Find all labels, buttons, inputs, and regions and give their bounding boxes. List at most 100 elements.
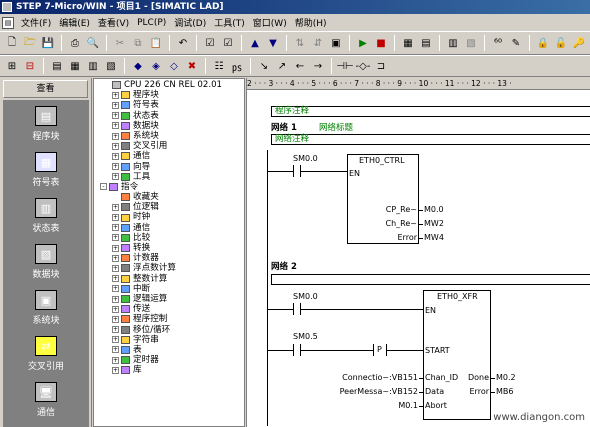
tree-item[interactable]: + 浮点数计算 — [94, 263, 244, 273]
line-up-icon[interactable]: ↗ — [274, 58, 290, 74]
lad-editor[interactable]: 2 · · · 3 · · · 4 · · · 5 · · · 6 · · · … — [246, 78, 590, 427]
key-icon[interactable]: 🔑 — [571, 35, 587, 51]
tree-item[interactable]: - 指令 — [94, 182, 244, 192]
tree-item[interactable]: + 系统块 — [94, 131, 244, 141]
tree-item[interactable]: + 位逻辑 — [94, 202, 244, 212]
program-comment[interactable]: 程序注释 — [271, 106, 590, 117]
menu-plc[interactable]: PLC(P) — [133, 18, 170, 28]
expand-icon[interactable]: + — [112, 152, 119, 160]
expand-icon[interactable]: + — [112, 305, 119, 313]
output-address[interactable]: MW4 — [424, 233, 444, 242]
options-icon[interactable]: ▣ — [328, 35, 344, 51]
nav-program-block[interactable]: ▤ 程序块 — [3, 100, 89, 146]
print-preview-icon[interactable]: 🔍 — [85, 35, 101, 51]
new-file-icon[interactable]: 🗋 — [4, 35, 20, 51]
expand-icon[interactable]: + — [112, 244, 119, 252]
sort-descending-icon[interactable]: ⇵ — [310, 35, 326, 51]
run-icon[interactable]: ▶ — [355, 35, 371, 51]
delete-network-icon[interactable]: ⊟ — [22, 58, 38, 74]
tree-item[interactable]: + 通信 — [94, 223, 244, 233]
line-down-icon[interactable]: ↘ — [256, 58, 272, 74]
tree-item[interactable]: + 转换 — [94, 243, 244, 253]
tree-item[interactable]: + 传送 — [94, 304, 244, 314]
tree-item[interactable]: + 符号表 — [94, 100, 244, 110]
expand-icon[interactable]: + — [112, 346, 119, 354]
expand-icon[interactable]: + — [112, 336, 119, 344]
line-left-icon[interactable]: ← — [292, 58, 308, 74]
expand-icon[interactable]: + — [112, 173, 119, 181]
status-chart-icon[interactable]: ▤ — [418, 35, 434, 51]
collapse-icon[interactable]: - — [100, 183, 107, 191]
expand-icon[interactable]: + — [112, 132, 119, 140]
tree-item[interactable]: CPU 226 CN REL 02.01 — [94, 80, 244, 90]
toggle-comments-icon[interactable]: ▥ — [85, 58, 101, 74]
nav-status-table[interactable]: ▥ 状态表 — [3, 192, 89, 238]
line-right-icon[interactable]: → — [310, 58, 326, 74]
expand-icon[interactable]: + — [112, 295, 119, 303]
undo-icon[interactable]: ↶ — [175, 35, 191, 51]
symbol-table-icon[interactable]: ▦ — [67, 58, 83, 74]
input-address[interactable]: PeerMessa~:VB152 — [327, 387, 418, 396]
expand-icon[interactable]: + — [112, 214, 119, 222]
expand-icon[interactable]: + — [112, 163, 119, 171]
normally-open-contact[interactable] — [293, 165, 301, 177]
menu-file[interactable]: 文件(F) — [17, 16, 55, 29]
expand-icon[interactable]: + — [112, 234, 119, 242]
cut-icon[interactable]: ✂ — [112, 35, 128, 51]
prev-bookmark-icon[interactable]: ◇ — [166, 58, 182, 74]
box-icon[interactable]: ⊐ — [373, 58, 389, 74]
menu-window[interactable]: 窗口(W) — [249, 16, 291, 29]
expand-icon[interactable]: + — [112, 203, 119, 211]
input-address[interactable]: M0.1 — [327, 401, 418, 410]
expand-icon[interactable]: + — [112, 254, 119, 262]
tree-item[interactable]: + 时钟 — [94, 212, 244, 222]
expand-icon[interactable]: + — [112, 91, 119, 99]
normally-open-contact[interactable] — [293, 303, 301, 315]
tree-item[interactable]: + 交叉引用 — [94, 141, 244, 151]
output-address[interactable]: M0.0 — [424, 205, 444, 214]
expand-icon[interactable]: + — [112, 122, 119, 130]
eth0-ctrl-block[interactable] — [347, 154, 419, 244]
save-icon[interactable]: 💾 — [40, 35, 56, 51]
coil-icon[interactable]: -◇- — [355, 58, 371, 74]
tree-item[interactable]: + 库 — [94, 365, 244, 375]
menu-view[interactable]: 查看(V) — [94, 16, 133, 29]
compile-all-icon[interactable]: ☑ — [220, 35, 236, 51]
paste-icon[interactable]: 📋 — [148, 35, 164, 51]
stop-icon[interactable]: ■ — [373, 35, 389, 51]
expand-icon[interactable]: + — [112, 101, 119, 109]
document-icon[interactable]: ▤ — [2, 16, 14, 29]
tree-item[interactable]: + 程序控制 — [94, 314, 244, 324]
network-1-comment[interactable]: 网络注释 — [271, 134, 590, 145]
nav-symbol-table[interactable]: ▦ 符号表 — [3, 146, 89, 192]
output-address[interactable]: M0.2 — [496, 373, 516, 382]
navigation-header[interactable]: 查看 — [3, 80, 88, 98]
upload-icon[interactable]: ▲ — [247, 35, 263, 51]
nav-data-block[interactable]: ▧ 数据块 — [3, 238, 89, 284]
apply-symbols-icon[interactable]: ㎰ — [229, 58, 245, 74]
download-icon[interactable]: ▼ — [265, 35, 281, 51]
expand-icon[interactable]: + — [112, 142, 119, 150]
tree-item[interactable]: + 计数器 — [94, 253, 244, 263]
expand-icon[interactable]: + — [112, 224, 119, 232]
nav-cross-reference[interactable]: ⇄ 交叉引用 — [3, 330, 89, 376]
copy-icon[interactable]: ⧉ — [130, 35, 146, 51]
force-value-icon[interactable]: ⁶⁰ — [490, 35, 506, 51]
pause-trend-icon[interactable]: ▧ — [463, 35, 479, 51]
input-address[interactable]: Connectio~:VB151 — [327, 373, 418, 382]
unforce-icon[interactable]: ✎ — [508, 35, 524, 51]
network-1-title[interactable]: 网络标题 — [319, 121, 353, 133]
menu-edit[interactable]: 编辑(E) — [55, 16, 94, 29]
menu-help[interactable]: 帮助(H) — [291, 16, 331, 29]
expand-icon[interactable]: + — [112, 315, 119, 323]
remove-bookmarks-icon[interactable]: ✖ — [184, 58, 200, 74]
menu-debug[interactable]: 调试(D) — [170, 16, 210, 29]
network-2-comment[interactable] — [271, 274, 590, 285]
toggle-symbol-icon[interactable]: ▤ — [49, 58, 65, 74]
output-address[interactable]: MW2 — [424, 219, 444, 228]
tree-item[interactable]: + 比较 — [94, 233, 244, 243]
tree-item[interactable]: + 程序块 — [94, 90, 244, 100]
tree-item[interactable]: + 状态表 — [94, 111, 244, 121]
tree-item[interactable]: + 工具 — [94, 172, 244, 182]
program-status-icon[interactable]: ▦ — [400, 35, 416, 51]
